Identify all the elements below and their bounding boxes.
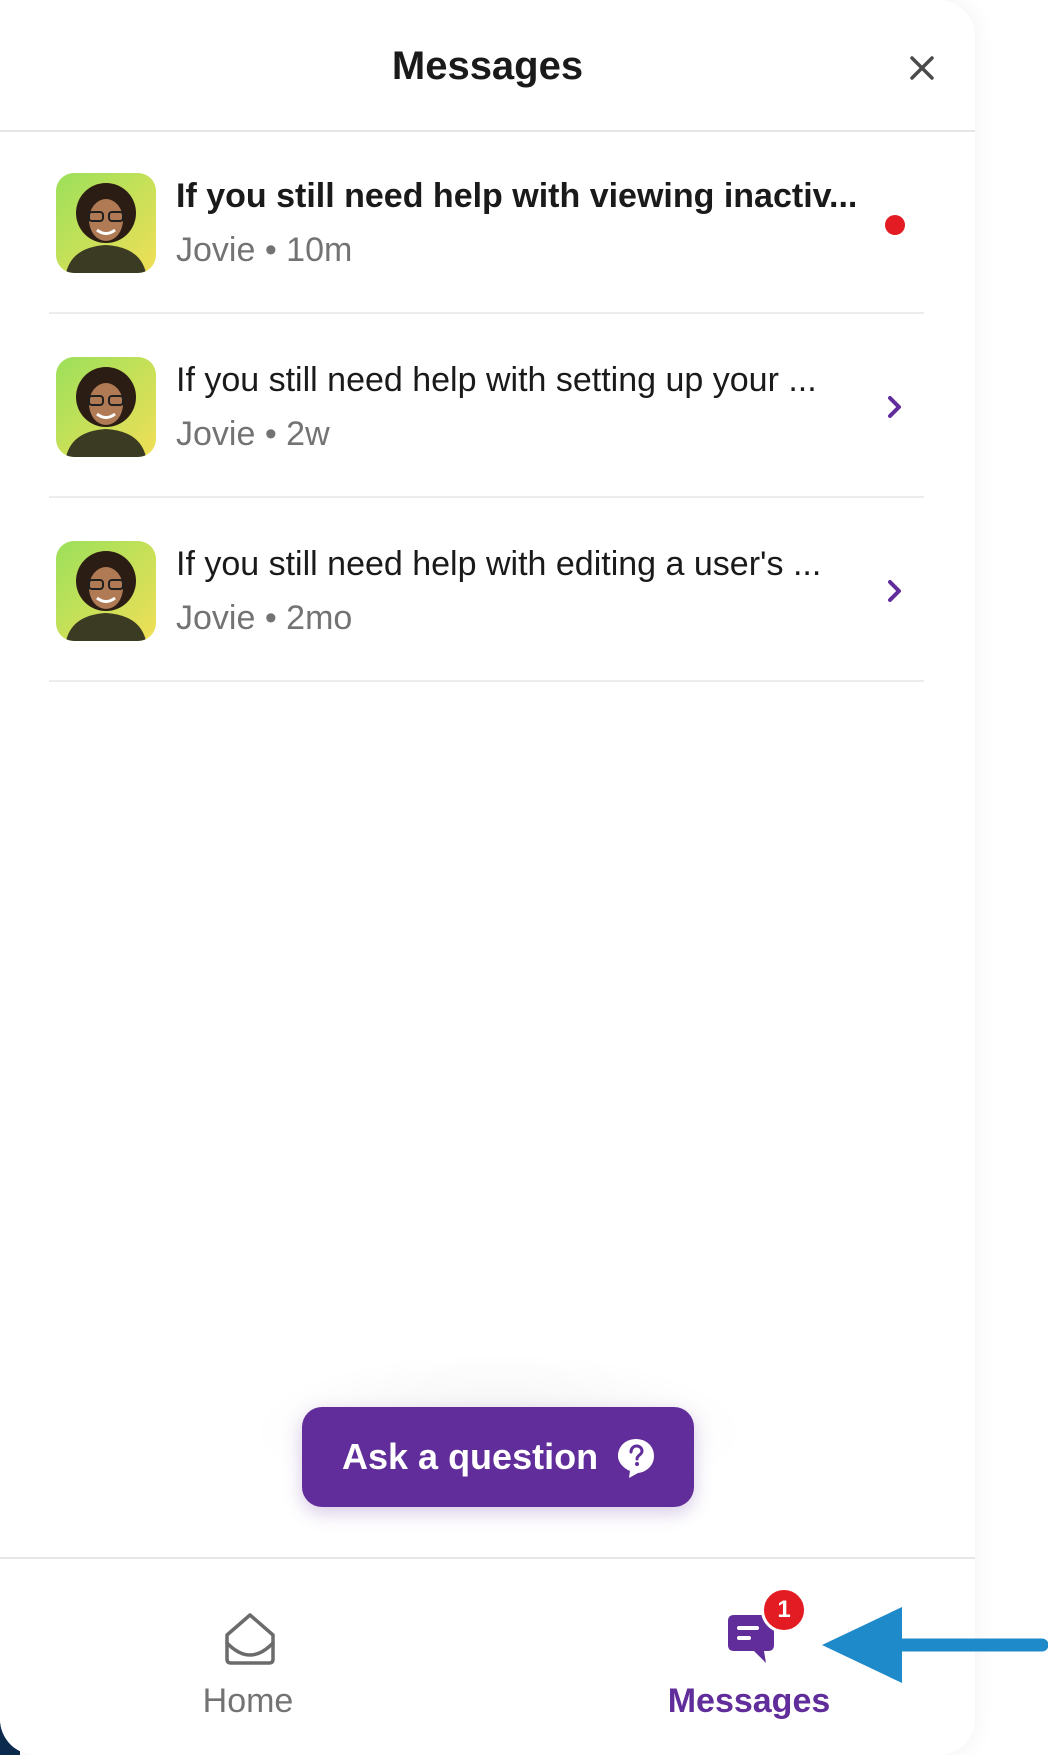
arrow-left-icon (820, 1605, 1048, 1685)
conversation-title: If you still need help with viewing inac… (176, 177, 856, 215)
chevron-right-icon (882, 392, 908, 422)
unread-indicator (885, 215, 905, 235)
messages-header: Messages (0, 0, 975, 132)
home-icon (223, 1611, 277, 1667)
conversation-meta: Jovie • 2w (176, 415, 330, 453)
nav-messages-label: Messages (667, 1682, 831, 1720)
conversation-meta: Jovie • 10m (176, 231, 353, 269)
page-title: Messages (391, 44, 584, 88)
nav-home[interactable]: Home (98, 1559, 398, 1755)
ask-a-question-button[interactable]: Ask a question (302, 1407, 694, 1507)
chevron-right-icon (882, 576, 908, 606)
conversation-item-1[interactable]: If you still need help with viewing inac… (0, 130, 975, 314)
conversation-meta: Jovie • 2mo (176, 599, 353, 637)
unread-count-badge: 1 (761, 1587, 807, 1633)
avatar (56, 357, 156, 457)
ask-button-label: Ask a question (342, 1436, 599, 1477)
conversation-item-3[interactable]: If you still need help with editing a us… (0, 498, 975, 682)
nav-home-label: Home (202, 1682, 294, 1720)
conversation-title: If you still need help with setting up y… (176, 361, 817, 399)
question-bubble-icon (616, 1437, 656, 1479)
avatar (56, 173, 156, 273)
divider (49, 680, 924, 682)
conversation-title: If you still need help with editing a us… (176, 545, 822, 583)
close-icon (910, 56, 934, 80)
conversation-list: If you still need help with viewing inac… (0, 130, 975, 682)
avatar (56, 541, 156, 641)
conversation-item-2[interactable]: If you still need help with setting up y… (0, 314, 975, 498)
close-button[interactable] (898, 44, 946, 92)
messenger-panel: Messages If you still need help with vie… (0, 0, 975, 1755)
